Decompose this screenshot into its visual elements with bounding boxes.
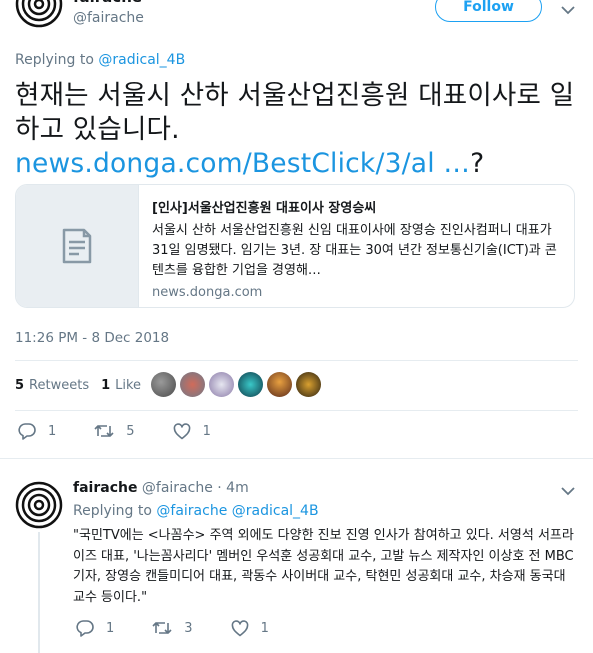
- divider: [0, 458, 593, 459]
- tweet-text: 현재는 서울시 산하 서울산업진흥원 대표이사로 일하고 있습니다. news.…: [15, 79, 580, 181]
- replying-to: Replying to @radical_4B: [15, 52, 185, 68]
- liker-avatar[interactable]: [238, 372, 263, 397]
- card-title: [인사]서울산업진흥원 대표이사 장영승씨: [152, 201, 377, 216]
- like-action[interactable]: 1: [231, 619, 269, 637]
- divider: [15, 410, 578, 411]
- tweet-body: 현재는 서울시 산하 서울산업진흥원 대표이사로 일하고 있습니다.: [15, 80, 575, 145]
- reply-count: 1: [48, 423, 57, 439]
- replying-to: Replying to @fairache @radical_4B: [73, 503, 319, 519]
- liker-avatar[interactable]: [296, 372, 321, 397]
- like-count: 1: [202, 423, 211, 439]
- reply-count: 1: [106, 620, 115, 636]
- display-name[interactable]: fairache: [73, 0, 142, 6]
- avatar[interactable]: [15, 481, 63, 529]
- follow-button[interactable]: Follow: [435, 0, 542, 22]
- tweet-stats: 5 Retweets 1 Like: [15, 373, 153, 397]
- replying-prefix: Replying to: [73, 503, 152, 519]
- retweet-action[interactable]: 5: [94, 422, 135, 440]
- display-name[interactable]: fairache: [73, 480, 137, 496]
- reply-text: "국민TV에는 <나꼼수> 주역 외에도 다양한 진보 진영 인사가 참여하고 …: [73, 528, 574, 605]
- liker-avatar[interactable]: [267, 372, 292, 397]
- tweet-trailing: ?: [470, 148, 485, 179]
- retweet-icon: [94, 425, 114, 437]
- retweets-stat[interactable]: 5 Retweets: [15, 378, 89, 393]
- tweet-link[interactable]: news.donga.com/BestClick/3/al …: [15, 148, 470, 179]
- thread-line: [38, 532, 40, 653]
- likes-stat[interactable]: 1 Like: [101, 378, 141, 393]
- retweet-icon: [152, 622, 172, 634]
- replying-to-link[interactable]: @radical_4B: [98, 52, 185, 68]
- article-icon: [16, 185, 139, 307]
- reply-icon: [76, 620, 94, 637]
- tweet-timestamp[interactable]: 11:26 PM - 8 Dec 2018: [15, 330, 169, 346]
- card-domain: news.donga.com: [152, 285, 263, 300]
- like-count: 1: [260, 620, 269, 636]
- reply-time[interactable]: · 4m: [217, 480, 248, 496]
- replying-prefix: Replying to: [15, 52, 94, 68]
- liker-avatar[interactable]: [209, 372, 234, 397]
- retweets-label: Retweets: [29, 377, 90, 393]
- likes-label: Like: [115, 377, 142, 393]
- reply-icon: [18, 423, 36, 440]
- retweet-count: 5: [126, 423, 135, 439]
- like-action[interactable]: 1: [173, 422, 211, 440]
- retweet-action[interactable]: 3: [152, 619, 193, 637]
- user-handle[interactable]: @fairache: [142, 480, 213, 496]
- tweet-actions: 1 5 1: [18, 421, 249, 441]
- reply-header: fairache @fairache · 4m: [73, 480, 249, 496]
- chevron-down-icon[interactable]: [561, 5, 575, 15]
- heart-icon: [173, 422, 190, 439]
- heart-icon: [231, 619, 248, 636]
- retweets-count: 5: [15, 377, 25, 393]
- link-card[interactable]: [인사]서울산업진흥원 대표이사 장영승씨 서울시 산하 서울산업진흥원 신임 …: [15, 184, 575, 308]
- avatar[interactable]: [15, 0, 63, 28]
- liker-avatar[interactable]: [151, 372, 176, 397]
- card-description: 서울시 산하 서울산업진흥원 신임 대표이사에 장영승 진인사컴퍼니 대표가 3…: [152, 223, 557, 278]
- reply-action[interactable]: 1: [18, 422, 56, 440]
- likes-count: 1: [101, 377, 111, 393]
- retweet-count: 3: [184, 620, 193, 636]
- replying-to-link[interactable]: @fairache @radical_4B: [156, 503, 318, 519]
- user-handle[interactable]: @fairache: [73, 10, 144, 26]
- reply-actions: 1 3 1: [76, 618, 307, 638]
- divider: [15, 360, 578, 361]
- liker-avatar[interactable]: [180, 372, 205, 397]
- reply-action[interactable]: 1: [76, 619, 114, 637]
- chevron-down-icon[interactable]: [561, 486, 575, 496]
- likers-avatars: [151, 372, 325, 397]
